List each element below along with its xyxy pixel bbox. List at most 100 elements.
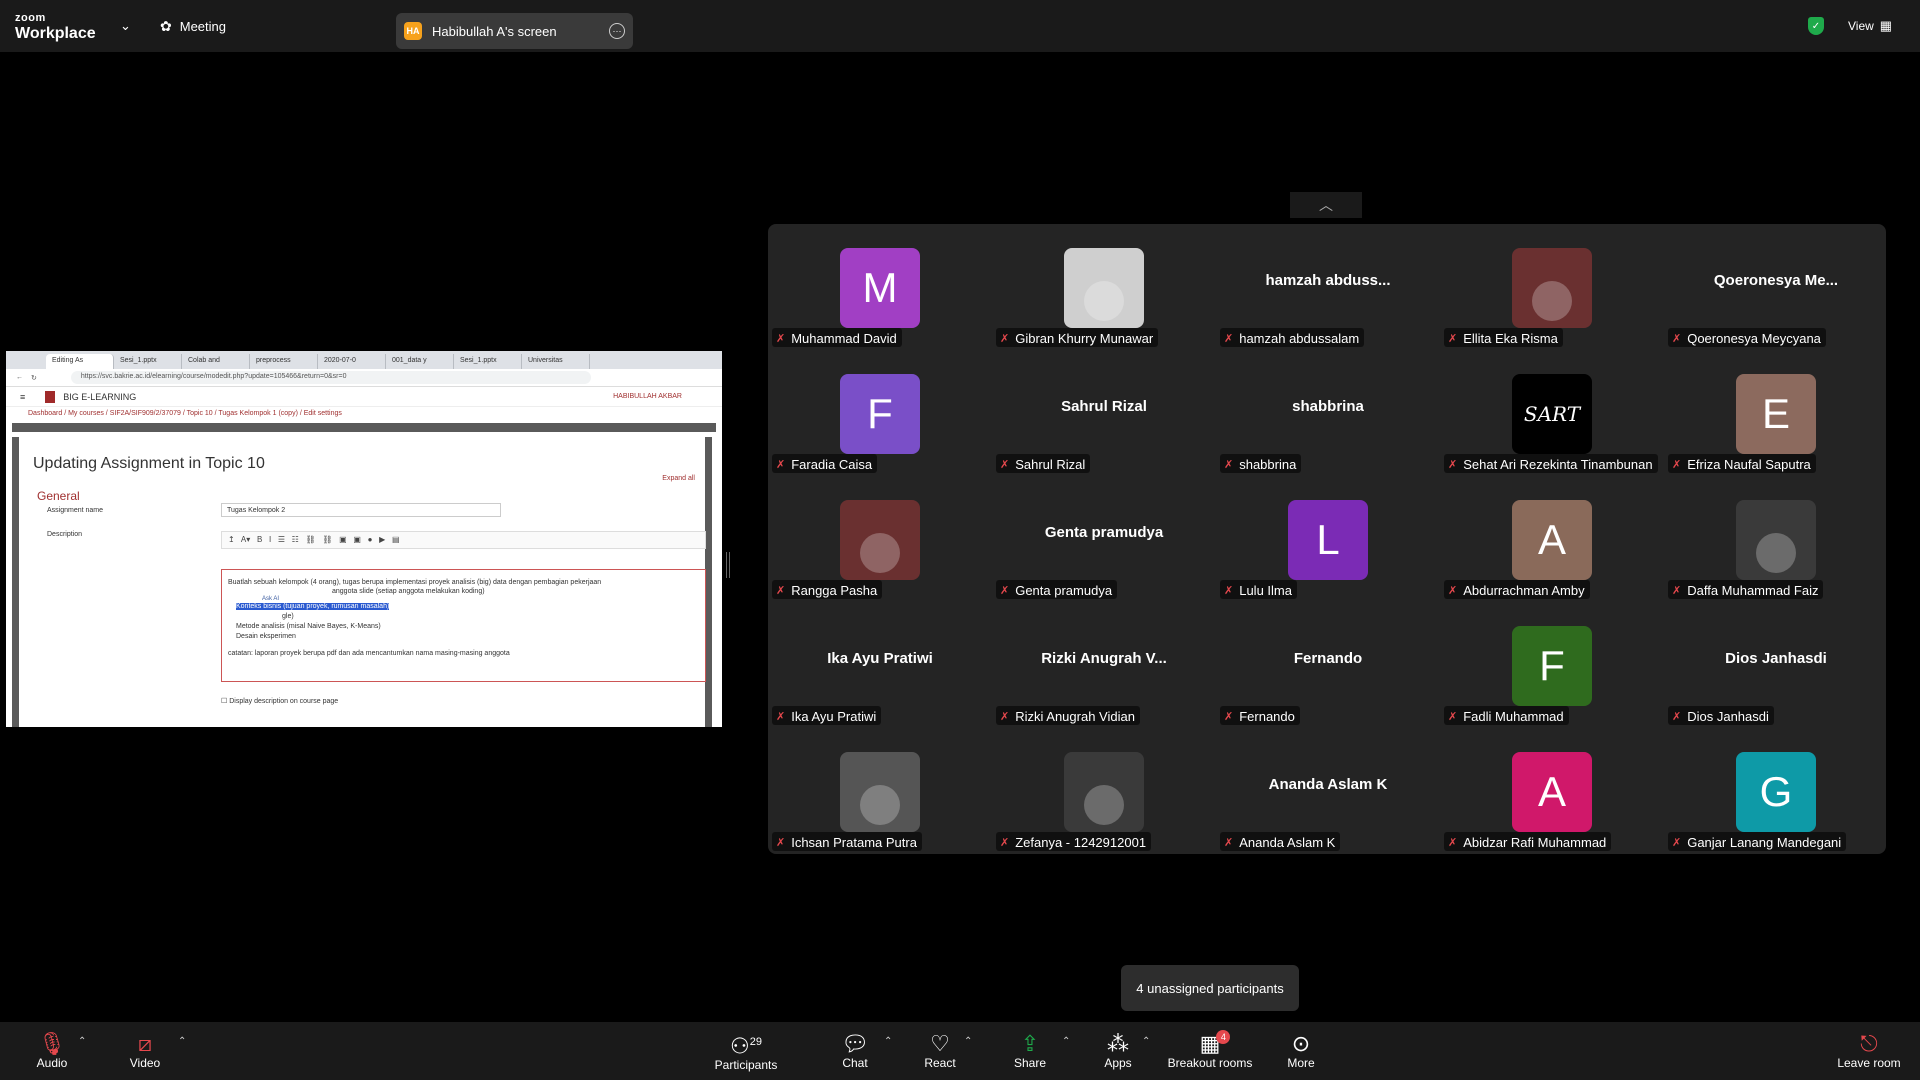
chat-caret-icon[interactable]: ⌃ — [884, 1036, 892, 1047]
participant-tile[interactable]: SART ✗ Sehat Ari Rezekinta Tinambunan — [1440, 350, 1664, 476]
participant-name-label: ✗ Sehat Ari Rezekinta Tinambunan — [1444, 454, 1658, 473]
apps-button[interactable]: ⁂ Apps — [1098, 1022, 1138, 1080]
participants-button[interactable]: ⚇29 Participants — [712, 1022, 780, 1080]
participant-tile[interactable]: F ✗ Fadli Muhammad — [1440, 602, 1664, 728]
participant-tile[interactable]: F ✗ Faradia Caisa — [768, 350, 992, 476]
participant-name-label: ✗ Ellita Eka Risma — [1444, 328, 1563, 347]
participant-name-label: ✗ Lulu Ilma — [1220, 580, 1297, 599]
participant-name: Zefanya - 1242912001 — [1015, 835, 1147, 850]
participant-tile[interactable]: Sahrul Rizal ✗ Sahrul Rizal — [992, 350, 1216, 476]
participant-tile[interactable]: M ✗ Muhammad David — [768, 224, 992, 350]
reload-icon: ↻ — [31, 374, 37, 382]
mic-muted-icon: ✗ — [1448, 333, 1458, 345]
participant-name: Rangga Pasha — [791, 583, 878, 598]
participant-tile[interactable]: A ✗ Abdurrachman Amby — [1440, 476, 1664, 602]
participant-tile[interactable]: Rizki Anugrah V... ✗ Rizki Anugrah Vidian — [992, 602, 1216, 728]
splitter-handle[interactable] — [726, 552, 730, 578]
participant-tile[interactable]: hamzah abduss... ✗ hamzah abdussalam — [1216, 224, 1440, 350]
participant-tile[interactable]: Fernando ✗ Fernando — [1216, 602, 1440, 728]
more-icon: ⊙ — [1291, 1031, 1311, 1056]
participant-tile[interactable]: G ✗ Ganjar Lanang Mandegani — [1664, 728, 1888, 854]
participant-tile[interactable]: ✗ Daffa Muhammad Faiz — [1664, 476, 1888, 602]
participant-tile[interactable]: ✗ Ichsan Pratama Putra — [768, 728, 992, 854]
mic-muted-icon: ✗ — [1672, 459, 1682, 471]
participant-display-name: Ananda Aslam K — [1268, 776, 1388, 793]
audio-caret-icon[interactable]: ⌃ — [78, 1036, 86, 1047]
participant-display-name: Sahrul Rizal — [1061, 398, 1147, 415]
mic-muted-icon: ✗ — [1448, 711, 1458, 723]
breakout-rooms-button[interactable]: ▦ 4 Breakout rooms — [1164, 1022, 1256, 1080]
brand-bottom: Workplace — [15, 25, 96, 42]
participant-name: hamzah abdussalam — [1239, 331, 1360, 346]
participant-name: Sahrul Rizal — [1015, 457, 1086, 472]
participant-tile[interactable]: ✗ Rangga Pasha — [768, 476, 992, 602]
browser-tab: Universitas — [522, 354, 590, 369]
participant-name-label: ✗ Faradia Caisa — [772, 454, 878, 473]
participant-tile[interactable]: L ✗ Lulu Ilma — [1216, 476, 1440, 602]
mic-muted-icon: ✗ — [1000, 711, 1010, 723]
audio-button[interactable]: 🎙︎ Audio — [30, 1022, 74, 1080]
react-button[interactable]: ♡ React — [920, 1022, 960, 1080]
participant-tile[interactable]: A ✗ Abidzar Rafi Muhammad — [1440, 728, 1664, 854]
meeting-menu[interactable]: ✿ Meeting — [160, 0, 226, 52]
chevron-down-icon[interactable]: ⌄ — [120, 0, 131, 52]
person-silhouette — [1532, 281, 1572, 321]
more-options-icon[interactable]: ··· — [609, 23, 625, 39]
shared-screen-pill[interactable]: HA Habibullah A's screen ··· — [396, 13, 633, 49]
video-off-icon: ⧄ — [138, 1031, 152, 1056]
participant-tile[interactable]: Ika Ayu Pratiwi ✗ Ika Ayu Pratiwi — [768, 602, 992, 728]
url-field: https://svc.bakrie.ac.id/elearning/cours… — [70, 371, 591, 384]
view-button[interactable]: View ▦ — [1848, 0, 1892, 52]
video-caret-icon[interactable]: ⌃ — [178, 1036, 186, 1047]
participant-tile[interactable]: ✗ Gibran Khurry Munawar — [992, 224, 1216, 350]
react-caret-icon[interactable]: ⌃ — [964, 1036, 972, 1047]
share-label: Share — [1013, 1056, 1047, 1070]
participant-tile[interactable]: Dios Janhasdi ✗ Dios Janhasdi — [1664, 602, 1888, 728]
participant-name-label: ✗ Ganjar Lanang Mandegani — [1668, 832, 1847, 851]
participant-display-name: hamzah abduss... — [1265, 272, 1391, 289]
participant-name: Rizki Anugrah Vidian — [1015, 709, 1135, 724]
more-button[interactable]: ⊙ More — [1282, 1022, 1320, 1080]
share-caret-icon[interactable]: ⌃ — [1062, 1036, 1070, 1047]
mic-muted-icon: ✗ — [776, 333, 786, 345]
participant-name: Fernando — [1239, 709, 1295, 724]
participant-name: Qoeronesya Meycyana — [1687, 331, 1821, 346]
mic-muted-icon: ✗ — [776, 459, 786, 471]
react-label: React — [924, 1056, 956, 1070]
person-silhouette — [1084, 785, 1124, 825]
participant-name: Faradia Caisa — [791, 457, 873, 472]
leave-room-button[interactable]: ⎋ Leave room — [1836, 1022, 1902, 1080]
display-description-checkbox: ☐ Display description on course page — [221, 698, 339, 705]
editor-toolbar: ↥ A▾ B I ☰ ☷ ⛓ ⛓ ▣ ▣ ● ▶ ▤ — [221, 531, 706, 549]
share-button[interactable]: ⇪ Share — [1010, 1022, 1050, 1080]
audio-label: Audio — [36, 1056, 68, 1070]
participant-tile[interactable]: shabbrina ✗ shabbrina — [1216, 350, 1440, 476]
participant-name: Abdurrachman Amby — [1463, 583, 1585, 598]
apps-icon: ⁂ — [1107, 1031, 1129, 1056]
sharer-avatar: HA — [404, 22, 422, 40]
participant-name-label: ✗ Daffa Muhammad Faiz — [1668, 580, 1824, 599]
participant-name: Ika Ayu Pratiwi — [791, 709, 877, 724]
participant-avatar: L — [1288, 500, 1368, 580]
participant-name-label: ✗ Ika Ayu Pratiwi — [772, 706, 882, 725]
mic-muted-icon: ✗ — [1224, 333, 1234, 345]
display-description-label: Display description on course page — [229, 698, 339, 705]
participant-tile[interactable]: Qoeronesya Me... ✗ Qoeronesya Meycyana — [1664, 224, 1888, 350]
bakrie-logo — [45, 390, 56, 403]
video-button[interactable]: ⧄ Video — [122, 1022, 168, 1080]
apps-caret-icon[interactable]: ⌃ — [1142, 1036, 1150, 1047]
participant-name-label: ✗ Muhammad David — [772, 328, 902, 347]
person-silhouette — [1084, 281, 1124, 321]
mic-muted-icon: ✗ — [1448, 585, 1458, 597]
page-band — [12, 423, 716, 432]
participant-name: Abidzar Rafi Muhammad — [1463, 835, 1607, 850]
chat-button[interactable]: 💬︎ Chat — [836, 1022, 874, 1080]
participant-tile[interactable]: Ananda Aslam K ✗ Ananda Aslam K — [1216, 728, 1440, 854]
participant-tile[interactable]: E ✗ Efriza Naufal Saputra — [1664, 350, 1888, 476]
participant-tile[interactable]: ✗ Ellita Eka Risma — [1440, 224, 1664, 350]
participant-avatar: E — [1736, 374, 1816, 454]
participant-tile[interactable]: Genta pramudya ✗ Genta pramudya — [992, 476, 1216, 602]
participant-tile[interactable]: ✗ Zefanya - 1242912001 — [992, 728, 1216, 854]
collapse-chevron-up-icon[interactable]: ︿ — [1290, 192, 1362, 218]
more-label: More — [1287, 1056, 1315, 1070]
